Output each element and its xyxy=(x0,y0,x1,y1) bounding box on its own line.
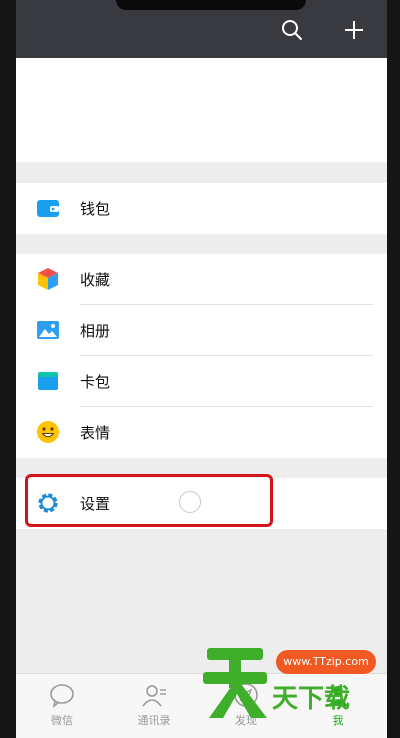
contacts-icon xyxy=(142,685,166,707)
album-icon xyxy=(37,321,59,339)
tap-ring-indicator xyxy=(179,491,201,513)
menu-label-stickers: 表情 xyxy=(80,424,111,442)
menu-label-album: 相册 xyxy=(80,322,111,340)
tools-group: 收藏 相册 卡包 表情 xyxy=(16,254,387,458)
tab-label-contacts: 通讯录 xyxy=(137,714,171,727)
menu-item-favorites[interactable]: 收藏 xyxy=(16,254,387,305)
wallet-icon xyxy=(37,200,59,217)
menu-item-stickers[interactable]: 表情 xyxy=(16,407,387,458)
menu-item-album[interactable]: 相册 xyxy=(16,305,387,356)
tab-contacts[interactable]: 通讯录 xyxy=(108,674,200,738)
menu-item-cards[interactable]: 卡包 xyxy=(16,356,387,407)
watermark-text: 天下载 xyxy=(272,684,351,714)
search-icon[interactable] xyxy=(280,18,304,42)
menu-item-wallet[interactable]: 钱包 xyxy=(16,183,387,234)
chat-bubble-icon xyxy=(50,684,74,708)
add-plus-icon[interactable] xyxy=(342,18,366,42)
watermark-url: www.TTzip.com xyxy=(276,650,376,674)
smiley-icon xyxy=(37,421,59,443)
favorites-cube-icon xyxy=(38,268,58,290)
menu-label-cards: 卡包 xyxy=(80,373,111,391)
tab-label-chats: 微信 xyxy=(51,714,73,727)
profile-card[interactable] xyxy=(16,58,387,162)
menu-label-favorites: 收藏 xyxy=(80,271,111,289)
phone-frame: 钱包 收藏 相册 卡包 表情 设置 微信 通讯录 发现 我 www.TTzip.… xyxy=(0,0,400,738)
settings-highlight-box xyxy=(25,474,273,527)
tab-chats[interactable]: 微信 xyxy=(16,674,108,738)
watermark-logo-icon xyxy=(203,648,267,718)
wallet-group: 钱包 xyxy=(16,183,387,234)
menu-label-wallet: 钱包 xyxy=(80,200,111,218)
phone-notch xyxy=(116,0,306,10)
me-screen: 钱包 收藏 相册 卡包 表情 设置 微信 通讯录 发现 我 xyxy=(16,0,387,738)
card-pack-icon xyxy=(38,372,58,390)
